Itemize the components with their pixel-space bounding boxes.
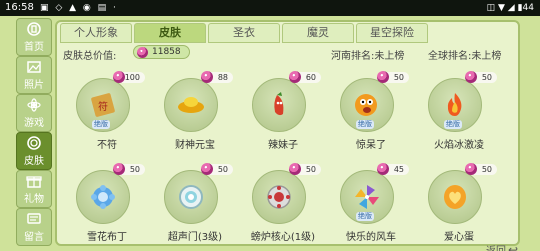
skin-info-bar: 皮肤总价值: 11858 河南排名:未上榜 全球排名:未上榜 (63, 45, 513, 62)
skin-name: 螃炉核心(1级) (250, 232, 316, 243)
gem-icon (465, 163, 477, 175)
skin-panel: 个人形象 皮肤 圣衣 魔灵 星空探险 皮肤总价值: 11858 河南排名:未上榜… (55, 20, 520, 246)
gem-icon (377, 163, 389, 175)
gem-icon (113, 163, 125, 175)
skin-name: 超声门(3级) (167, 232, 223, 243)
price-tag: 60 (289, 71, 321, 83)
message-icon (17, 211, 51, 232)
price-tag: 45 (377, 163, 409, 175)
gem-icon (137, 47, 148, 58)
price-tag: 50 (465, 163, 497, 175)
tab-avatar[interactable]: 个人形象 (60, 23, 132, 43)
total-value-label: 皮肤总价值: (63, 51, 117, 62)
skin-card[interactable]: 100 符 绝版 不符 (67, 68, 147, 158)
gem-icon (289, 163, 301, 175)
henan-rank: 河南排名:未上榜 (331, 51, 405, 62)
gift-icon (17, 173, 51, 194)
back-arrow-icon: ↩ (508, 243, 519, 251)
price-tag: 100 (113, 71, 145, 83)
flame-icecream-icon (441, 92, 469, 118)
tab-armor[interactable]: 圣衣 (208, 23, 280, 43)
status-icons: ▣ ◇ ▲ ◉ ▤ · (40, 3, 118, 13)
badge: 绝版 (356, 120, 374, 129)
sidebar: 首页 照片 游戏 皮肤 礼物 留言 (16, 18, 52, 246)
sidebar-item-label: 皮肤 (24, 156, 44, 167)
skin-card[interactable]: 50 绝版 惊呆了 (331, 68, 411, 158)
back-button[interactable]: 返回↩ (486, 242, 518, 251)
svg-text:符: 符 (98, 100, 108, 113)
skin-card[interactable]: 50 绝版 火焰冰激凌 (419, 68, 499, 158)
skin-card[interactable]: 45 绝版 快乐的风车 (331, 160, 411, 250)
shocked-face-icon (353, 92, 381, 118)
sidebar-item-label: 首页 (24, 42, 44, 53)
game-icon (17, 97, 51, 118)
sidebar-item-game[interactable]: 游戏 (16, 94, 52, 132)
tab-star-explore[interactable]: 星空探险 (356, 23, 428, 43)
gem-icon (289, 71, 301, 83)
price-tag: 50 (113, 163, 145, 175)
skin-name: 火焰冰激凌 (434, 140, 484, 151)
status-right-icons: ◫ ▼ ◢ ▮44 (486, 3, 534, 13)
price-tag: 50 (465, 71, 497, 83)
sidebar-item-label: 留言 (24, 232, 44, 243)
tab-spirit[interactable]: 魔灵 (282, 23, 354, 43)
ultrasonic-gate-icon (177, 184, 205, 210)
total-value-box: 11858 (133, 45, 190, 59)
skin-card[interactable]: 50 爱心蛋 (419, 160, 499, 250)
back-label: 返回 (486, 246, 506, 251)
skin-name: 快乐的风车 (346, 232, 396, 243)
sidebar-item-home[interactable]: 首页 (16, 18, 52, 56)
price-tag: 88 (201, 71, 233, 83)
price-tag: 50 (289, 163, 321, 175)
skin-card[interactable]: 50 螃炉核心(1级) (243, 160, 323, 250)
badge: 绝版 (356, 212, 374, 221)
global-rank: 全球排名:未上榜 (428, 51, 502, 62)
gem-icon (377, 71, 389, 83)
sidebar-item-label: 游戏 (24, 118, 44, 129)
gem-icon (201, 71, 213, 83)
skin-icon (17, 135, 51, 156)
tab-bar: 个人形象 皮肤 圣衣 魔灵 星空探险 (60, 23, 500, 43)
badge: 绝版 (444, 120, 462, 129)
gold-ingot-icon (177, 92, 205, 118)
skin-card[interactable]: 60 辣妹子 (243, 68, 323, 158)
gem-icon (113, 71, 125, 83)
pinwheel-icon (353, 184, 381, 210)
sidebar-item-label: 礼物 (24, 194, 44, 205)
tab-skin[interactable]: 皮肤 (134, 23, 206, 43)
status-bar: 16:58 ▣ ◇ ▲ ◉ ▤ · ◫ ▼ ◢ ▮44 (0, 0, 540, 16)
reactor-core-icon (265, 184, 293, 210)
skin-card[interactable]: 50 超声门(3级) (155, 160, 235, 250)
skin-card[interactable]: 88 财神元宝 (155, 68, 235, 158)
status-time: 16:58 (5, 2, 34, 13)
chili-pepper-icon (265, 92, 293, 118)
skin-name: 财神元宝 (175, 140, 215, 151)
sidebar-item-skin[interactable]: 皮肤 (16, 132, 52, 170)
gem-icon (201, 163, 213, 175)
snowflake-pudding-icon (89, 184, 117, 210)
price-tag: 50 (201, 163, 233, 175)
skin-name: 雪花布丁 (87, 232, 127, 243)
sidebar-item-gift[interactable]: 礼物 (16, 170, 52, 208)
total-value: 11858 (152, 47, 181, 57)
home-icon (17, 21, 51, 42)
sidebar-item-message[interactable]: 留言 (16, 208, 52, 246)
heart-egg-icon (441, 184, 469, 210)
sidebar-item-photo[interactable]: 照片 (16, 56, 52, 94)
skin-name: 辣妹子 (268, 140, 298, 151)
skin-name: 惊呆了 (356, 140, 386, 151)
skin-card[interactable]: 50 雪花布丁 (67, 160, 147, 250)
skin-grid: 100 符 绝版 不符 88 财神元宝 60 辣妹子 50 绝版 惊呆了 50 … (67, 68, 517, 244)
talisman-icon: 符 (89, 92, 117, 118)
badge: 绝版 (92, 120, 110, 129)
photo-icon (17, 59, 51, 80)
sidebar-item-label: 照片 (24, 80, 44, 91)
skin-name: 爱心蛋 (444, 232, 474, 243)
gem-icon (465, 71, 477, 83)
skin-name: 不符 (97, 140, 117, 151)
price-tag: 50 (377, 71, 409, 83)
